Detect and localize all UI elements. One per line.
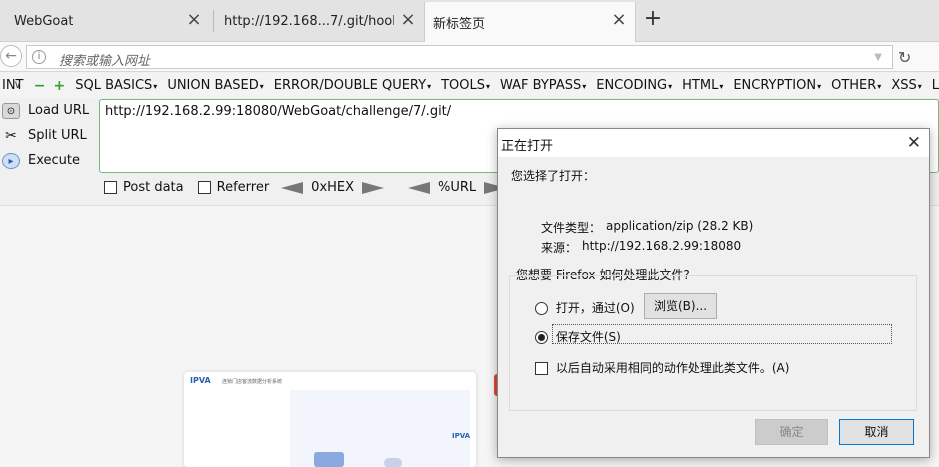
browse-button[interactable]: 浏览(B)... [644, 293, 717, 319]
reload-icon[interactable]: ↻ [898, 48, 911, 67]
thumbnail-logo: IPVA [190, 376, 211, 385]
hackbar-options: Post data Referrer 0xHEX %URL [104, 180, 514, 195]
tab-bar: WebGoat × http://192.168...7/.git/hooks … [0, 0, 939, 42]
plus-icon[interactable]: + [53, 78, 65, 94]
dialog-body: 您选择了打开： 文件类型： application/zip (28.2 KB) … [498, 157, 929, 457]
download-dialog: 正在打开 ✕ 您选择了打开： 文件类型： application/zip (28… [497, 128, 930, 458]
chevron-down-icon: ∨ [13, 78, 22, 91]
site-thumbnail[interactable]: IPVA 连锁门店客流数据分析系统 IPVA [184, 372, 476, 467]
auto-action-option[interactable]: 以后自动采用相同的动作处理此类文件。(A) [535, 359, 789, 376]
dialog-titlebar: 正在打开 ✕ [498, 129, 929, 157]
tab-webgoat[interactable]: WebGoat × [0, 2, 210, 40]
close-icon[interactable]: ✕ [907, 133, 921, 153]
navigation-bar: ← i 搜索或输入网址 ▼ ↻ [0, 42, 939, 72]
hex-encode-arrow-icon[interactable] [362, 181, 385, 194]
dialog-title: 正在打开 [501, 139, 554, 154]
address-bar[interactable]: i 搜索或输入网址 ▼ [26, 45, 893, 69]
source-value: http://192.168.2.99:18080 [582, 239, 742, 253]
hex-label: 0xHEX [311, 180, 355, 195]
load-url-icon: ⊙ [2, 102, 20, 119]
play-icon: ▸ [2, 152, 20, 169]
menu-other[interactable]: OTHER [831, 78, 881, 93]
new-tab-plus-icon[interactable]: + [642, 8, 664, 30]
ok-label: 确定 [779, 425, 804, 439]
menu-html[interactable]: HTML [682, 78, 723, 93]
split-url-label: Split URL [28, 128, 87, 143]
save-file-radio[interactable] [535, 331, 548, 344]
save-file-option[interactable]: 保存文件(S) [535, 328, 621, 345]
tab-label: 新标签页 [433, 16, 486, 32]
tab-git-hooks[interactable]: http://192.168...7/.git/hooks × [214, 2, 424, 40]
auto-action-checkbox[interactable] [535, 362, 548, 375]
dropdown-arrow-icon[interactable]: ▼ [874, 52, 882, 63]
menu-sql-basics[interactable]: SQL BASICS [75, 78, 157, 93]
close-icon[interactable]: × [186, 11, 202, 29]
close-icon[interactable]: × [400, 11, 416, 29]
post-data-label: Post data [123, 180, 184, 195]
hex-decode-arrow-icon[interactable] [281, 181, 304, 194]
menu-xss[interactable]: XSS [891, 78, 921, 93]
split-url-button[interactable]: ✂ Split URL [0, 123, 96, 148]
ok-button[interactable]: 确定 [755, 419, 828, 445]
dialog-intro: 您选择了打开： [511, 169, 596, 183]
menu-encryption[interactable]: ENCRYPTION [733, 78, 821, 93]
execute-label: Execute [28, 153, 80, 168]
execute-button[interactable]: ▸ Execute [0, 148, 96, 173]
auto-action-label: 以后自动采用相同的动作处理此类文件。(A) [555, 361, 790, 375]
address-placeholder: 搜索或输入网址 [59, 54, 151, 69]
filetype-value: application/zip (28.2 KB) [606, 219, 754, 233]
close-icon[interactable]: × [611, 11, 627, 29]
open-with-option[interactable]: 打开，通过(O) [535, 299, 635, 316]
load-url-label: Load URL [28, 103, 90, 118]
open-with-radio[interactable] [535, 302, 548, 315]
save-file-label: 保存文件(S) [555, 330, 621, 344]
url-decode-arrow-icon[interactable] [408, 181, 431, 194]
load-url-button[interactable]: ⊙ Load URL [0, 98, 96, 123]
referrer-checkbox[interactable] [197, 181, 211, 194]
open-with-label: 打开，通过(O) [555, 301, 635, 315]
menu-waf-bypass[interactable]: WAF BYPASS [500, 78, 586, 93]
info-icon[interactable]: i [32, 50, 46, 64]
menu-l[interactable]: L [932, 78, 939, 93]
hackbar-url-text: http://192.168.2.99:18080/WebGoat/challe… [105, 104, 452, 119]
menu-tools[interactable]: TOOLS [441, 78, 490, 93]
browse-label: 浏览(B)... [653, 299, 708, 313]
menu-union-based[interactable]: UNION BASED [167, 78, 263, 93]
thumbnail-illustration [314, 452, 344, 467]
hackbar-buttons: ⊙ Load URL ✂ Split URL ▸ Execute [0, 98, 96, 173]
url-encode-label: %URL [438, 180, 477, 195]
filetype-label: 文件类型： [541, 221, 602, 235]
post-data-checkbox[interactable] [104, 181, 117, 194]
tab-new-tab[interactable]: 新标签页 × [424, 2, 636, 42]
cancel-label: 取消 [864, 425, 889, 439]
cancel-button[interactable]: 取消 [839, 419, 914, 445]
menu-error-double-query[interactable]: ERROR/DOUBLE QUERY [274, 78, 431, 93]
referrer-label: Referrer [216, 180, 270, 195]
back-arrow-icon[interactable]: ← [0, 45, 22, 67]
tab-label: WebGoat [14, 13, 74, 29]
hackbar-menu: INT ∨ − + SQL BASICS UNION BASED ERROR/D… [0, 73, 939, 98]
source-label: 来源： [541, 241, 578, 255]
thumbnail-tag: IPVA [452, 432, 471, 440]
tab-label: http://192.168...7/.git/hooks [224, 13, 394, 29]
scissors-icon: ✂ [5, 127, 17, 144]
int-select[interactable]: INT ∨ [0, 78, 26, 93]
menu-encoding[interactable]: ENCODING [596, 78, 672, 93]
thumbnail-subtitle: 连锁门店客流数据分析系统 [222, 379, 283, 385]
minus-icon[interactable]: − [34, 78, 46, 94]
